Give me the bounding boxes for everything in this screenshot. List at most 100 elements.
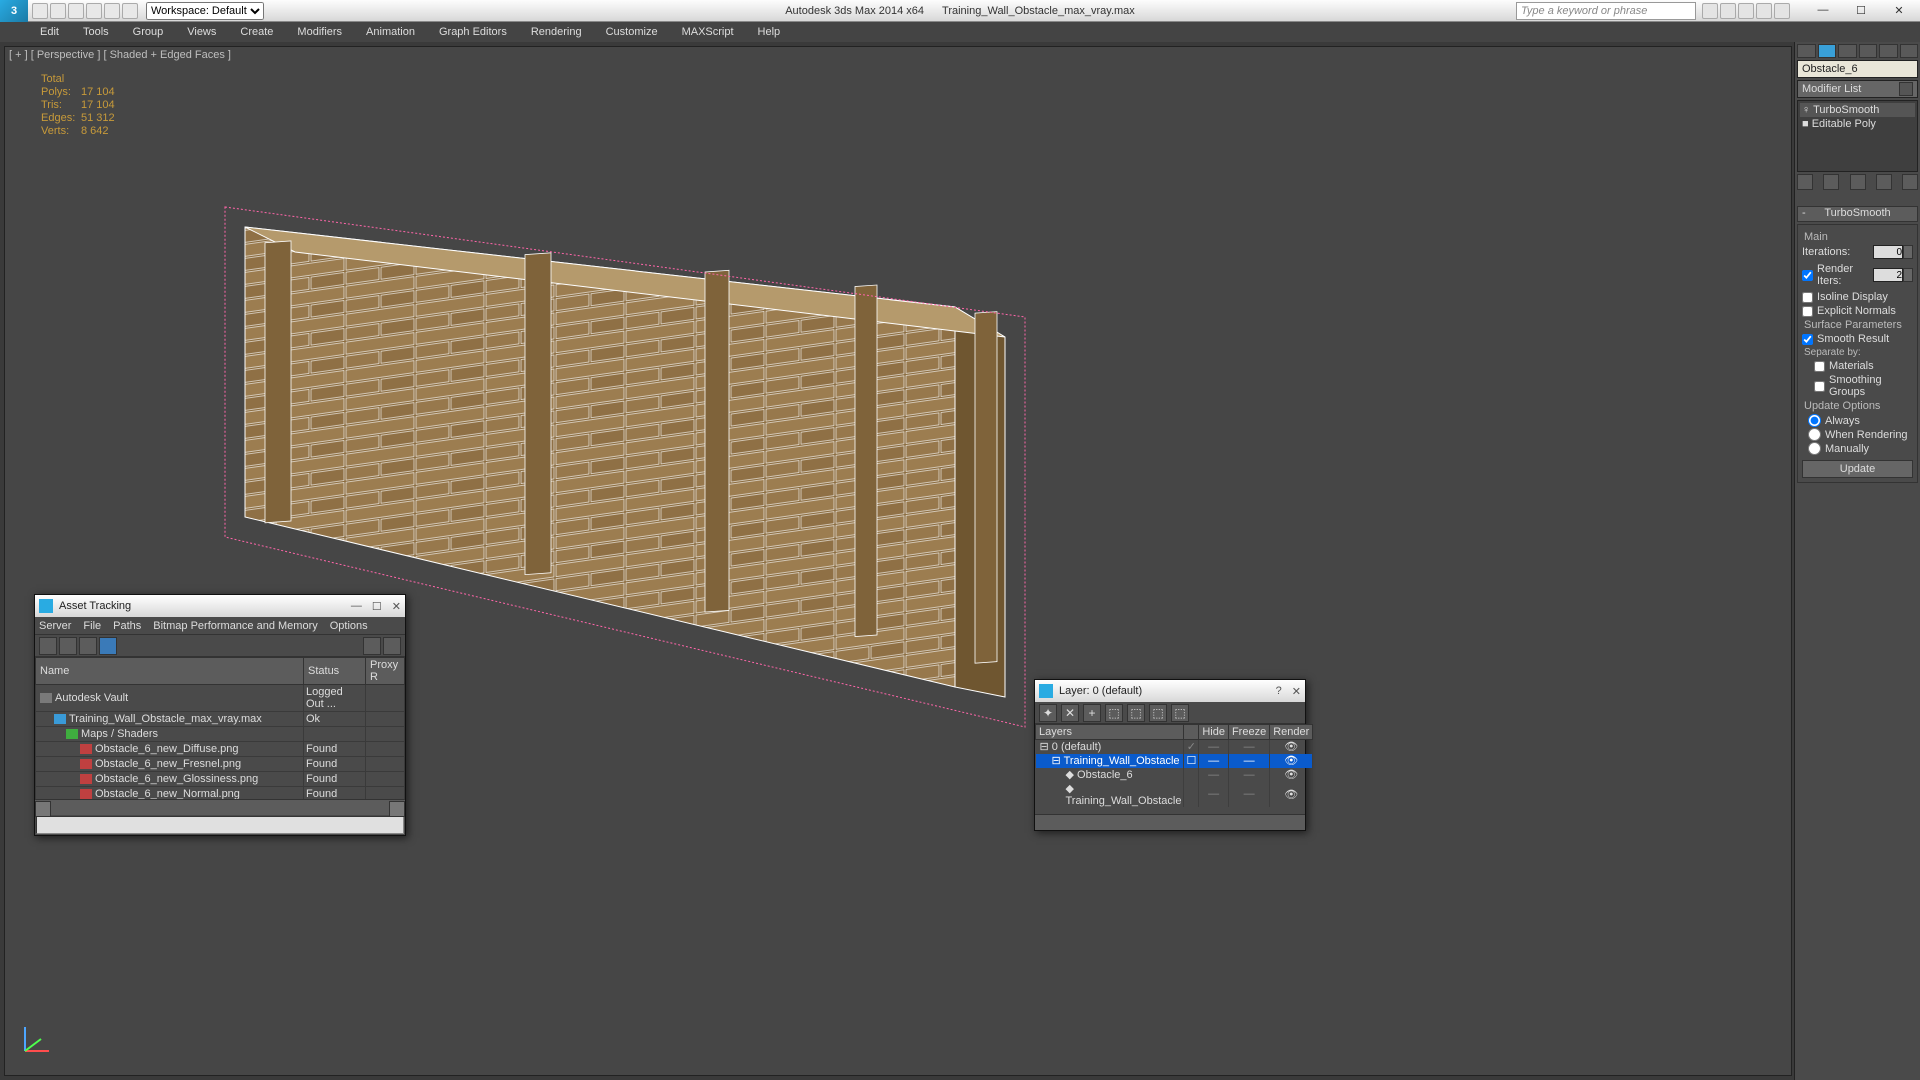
menu-graph-editors[interactable]: Graph Editors	[429, 24, 517, 40]
search-input[interactable]: Type a keyword or phrase	[1516, 2, 1696, 20]
asset-tracking-grid[interactable]: Name Status Proxy R Autodesk VaultLogged…	[35, 657, 405, 799]
radio-when-rendering[interactable]: When Rendering	[1808, 428, 1913, 441]
axis-gizmo-icon[interactable]	[19, 1021, 55, 1057]
layer-freeze-icon[interactable]: ⬚	[1171, 704, 1189, 722]
at-col-status[interactable]: Status	[304, 658, 366, 685]
layer-select-icon[interactable]: ⬚	[1105, 704, 1123, 722]
ly-col-freeze[interactable]: Freeze	[1228, 725, 1269, 740]
at-menu-server[interactable]: Server	[39, 620, 71, 632]
layer-row[interactable]: ◆ Training_Wall_Obstacle——👁	[1036, 782, 1313, 807]
tab-motion-icon[interactable]	[1859, 44, 1878, 58]
smooth-result-checkbox[interactable]: Smooth Result	[1802, 333, 1913, 345]
smoothing-groups-checkbox[interactable]: Smoothing Groups	[1814, 374, 1913, 398]
minimize-button[interactable]: —	[1808, 4, 1838, 17]
ly-col-current[interactable]	[1184, 725, 1199, 740]
asset-row[interactable]: Autodesk VaultLogged Out ...	[36, 685, 405, 712]
menu-tools[interactable]: Tools	[73, 24, 119, 40]
ly-col-layers[interactable]: Layers	[1036, 725, 1184, 740]
isoline-checkbox[interactable]: Isoline Display	[1802, 291, 1913, 303]
render-iters-input[interactable]	[1873, 268, 1903, 282]
tab-create-icon[interactable]	[1797, 44, 1816, 58]
asset-row[interactable]: Training_Wall_Obstacle_max_vray.maxOk	[36, 712, 405, 727]
exchange-icon[interactable]	[1738, 3, 1754, 19]
menu-edit[interactable]: Edit	[30, 24, 69, 40]
at-thumb-view-icon[interactable]	[79, 637, 97, 655]
qat-undo-icon[interactable]	[86, 3, 102, 19]
modifier-list-dropdown[interactable]: Modifier List	[1797, 80, 1918, 98]
tab-hierarchy-icon[interactable]	[1838, 44, 1857, 58]
qat-redo-icon[interactable]	[104, 3, 120, 19]
layer-add-icon[interactable]: +	[1083, 704, 1101, 722]
at-menu-file[interactable]: File	[83, 620, 101, 632]
at-col-proxy[interactable]: Proxy R	[366, 658, 405, 685]
at-menu-options[interactable]: Options	[330, 620, 368, 632]
ly-col-hide[interactable]: Hide	[1199, 725, 1229, 740]
rollout-turbosmooth-header[interactable]: TurboSmooth	[1797, 206, 1918, 222]
viewport[interactable]: [ + ] [ Perspective ] [ Shaded + Edged F…	[4, 46, 1792, 1076]
qat-link-icon[interactable]	[122, 3, 138, 19]
at-menu-bitmap[interactable]: Bitmap Performance and Memory	[153, 620, 317, 632]
stack-item-editable-poly[interactable]: ■ Editable Poly	[1800, 117, 1915, 131]
app-logo[interactable]: 3	[0, 0, 28, 22]
dialog-close-button[interactable]: ✕	[392, 600, 401, 613]
close-button[interactable]: ✕	[1884, 4, 1914, 17]
asset-row[interactable]: Obstacle_6_new_Glossiness.pngFound	[36, 772, 405, 787]
layers-titlebar[interactable]: Layer: 0 (default) ?✕	[1035, 680, 1305, 702]
favorites-icon[interactable]	[1756, 3, 1772, 19]
at-settings-icon[interactable]	[383, 637, 401, 655]
pin-stack-icon[interactable]	[1797, 174, 1813, 190]
at-refresh-icon[interactable]	[363, 637, 381, 655]
asset-row[interactable]: Obstacle_6_new_Diffuse.pngFound	[36, 742, 405, 757]
radio-always[interactable]: Always	[1808, 414, 1913, 427]
layer-row[interactable]: ◆ Obstacle_6——👁	[1036, 768, 1313, 782]
layers-help-button[interactable]: ?	[1276, 685, 1282, 698]
asset-row[interactable]: Obstacle_6_new_Fresnel.pngFound	[36, 757, 405, 772]
materials-checkbox[interactable]: Materials	[1814, 360, 1913, 372]
make-unique-icon[interactable]	[1850, 174, 1866, 190]
qat-save-icon[interactable]	[68, 3, 84, 19]
ly-horizontal-scrollbar[interactable]	[1035, 814, 1305, 830]
chevron-down-icon[interactable]	[1899, 82, 1913, 96]
dialog-minimize-button[interactable]: —	[351, 600, 362, 613]
object-name-field[interactable]	[1797, 60, 1918, 78]
menu-group[interactable]: Group	[123, 24, 174, 40]
remove-modifier-icon[interactable]	[1876, 174, 1892, 190]
at-col-name[interactable]: Name	[36, 658, 304, 685]
maximize-button[interactable]: ☐	[1846, 4, 1876, 17]
spinner-icon[interactable]	[1903, 245, 1913, 259]
layers-grid[interactable]: Layers Hide Freeze Render ⊟ 0 (default)✓…	[1035, 724, 1305, 807]
layers-dialog[interactable]: Layer: 0 (default) ?✕ ✦ ✕ + ⬚ ⬚ ⬚ ⬚ Laye…	[1034, 679, 1306, 831]
asset-tracking-dialog[interactable]: Asset Tracking —☐✕ Server File Paths Bit…	[34, 594, 406, 836]
menu-views[interactable]: Views	[177, 24, 226, 40]
asset-row[interactable]: Obstacle_6_new_Normal.pngFound	[36, 787, 405, 800]
modifier-stack[interactable]: ♀ TurboSmooth ■ Editable Poly	[1797, 100, 1918, 172]
layer-delete-icon[interactable]: ✕	[1061, 704, 1079, 722]
update-button[interactable]: Update	[1802, 460, 1913, 478]
asset-row[interactable]: Maps / Shaders	[36, 727, 405, 742]
menu-create[interactable]: Create	[230, 24, 283, 40]
at-list-view-icon[interactable]	[59, 637, 77, 655]
layer-highlight-icon[interactable]: ⬚	[1127, 704, 1145, 722]
layer-row[interactable]: ⊟ 0 (default)✓——👁	[1036, 740, 1313, 754]
workspace-dropdown[interactable]: Workspace: Default	[146, 2, 264, 20]
radio-manually[interactable]: Manually	[1808, 442, 1913, 455]
stack-item-turbosmooth[interactable]: ♀ TurboSmooth	[1800, 103, 1915, 117]
viewport-label[interactable]: [ + ] [ Perspective ] [ Shaded + Edged F…	[9, 49, 231, 61]
asset-tracking-titlebar[interactable]: Asset Tracking —☐✕	[35, 595, 405, 617]
tab-display-icon[interactable]	[1879, 44, 1898, 58]
menu-help[interactable]: Help	[748, 24, 791, 40]
at-horizontal-scrollbar[interactable]	[35, 799, 405, 815]
at-menu-paths[interactable]: Paths	[113, 620, 141, 632]
layer-hide-icon[interactable]: ⬚	[1149, 704, 1167, 722]
subscription-icon[interactable]	[1720, 3, 1736, 19]
dialog-maximize-button[interactable]: ☐	[372, 600, 382, 613]
workspace-selector[interactable]: Workspace: Default	[146, 2, 264, 20]
qat-new-icon[interactable]	[32, 3, 48, 19]
render-iters-checkbox[interactable]	[1802, 270, 1813, 281]
at-table-view-icon[interactable]	[99, 637, 117, 655]
iterations-input[interactable]	[1873, 245, 1903, 259]
menu-modifiers[interactable]: Modifiers	[287, 24, 352, 40]
tab-modify-icon[interactable]	[1818, 44, 1837, 58]
ly-col-render[interactable]: Render	[1270, 725, 1313, 740]
help-icon[interactable]	[1774, 3, 1790, 19]
